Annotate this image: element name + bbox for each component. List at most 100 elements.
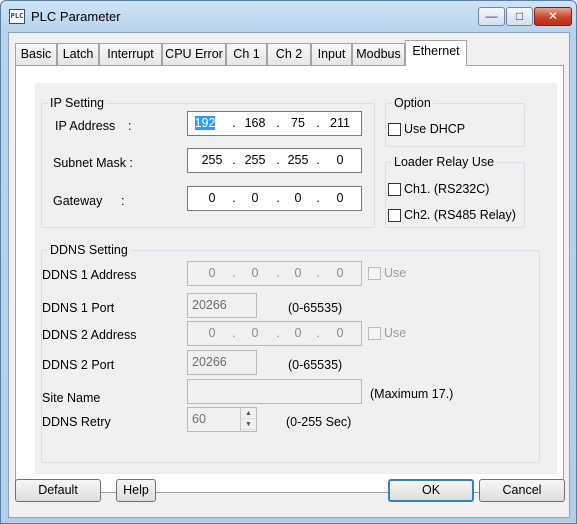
tab-ethernet[interactable]: Ethernet xyxy=(405,40,467,66)
octet-separator: . xyxy=(276,153,280,167)
ip-octet-2[interactable]: 168 xyxy=(240,112,270,135)
cancel-button[interactable]: Cancel xyxy=(479,479,565,502)
site-name-input[interactable] xyxy=(187,379,362,404)
ddns-retry-value: 60 xyxy=(192,412,206,426)
ethernet-tab-panel: IP Setting IP Address : 192 . 168 . 75 .… xyxy=(15,65,564,493)
use-dhcp-label: Use DHCP xyxy=(404,122,466,136)
octet-separator: . xyxy=(316,191,320,205)
tab-ch2[interactable]: Ch 2 xyxy=(267,43,311,65)
ddns2-port-label: DDNS 2 Port xyxy=(42,358,115,372)
option-title: Option xyxy=(392,96,433,110)
tab-input[interactable]: Input xyxy=(311,43,352,65)
checkbox-box[interactable] xyxy=(368,327,381,340)
ddns1-octet-2[interactable]: 0 xyxy=(240,262,270,285)
tab-basic[interactable]: Basic xyxy=(15,43,57,65)
site-name-hint: (Maximum 17.) xyxy=(370,387,454,401)
subnet-octet-3[interactable]: 255 xyxy=(283,149,313,172)
octet-separator: . xyxy=(232,266,236,280)
ip-setting-group: IP Setting IP Address : 192 . 168 . 75 .… xyxy=(41,96,375,228)
subnet-mask-label: Subnet Mask : xyxy=(53,156,133,170)
maximize-icon: □ xyxy=(515,9,524,23)
gateway-octet-2[interactable]: 0 xyxy=(240,187,270,210)
title-bar[interactable]: PLC PLC Parameter — □ ✕ xyxy=(1,1,576,33)
ddns2-port-range: (0-65535) xyxy=(288,358,343,372)
tab-interrupt[interactable]: Interrupt xyxy=(99,43,162,65)
gateway-octet-3[interactable]: 0 xyxy=(283,187,313,210)
minimize-button[interactable]: — xyxy=(478,7,505,26)
ch2-label: Ch2. (RS485 Relay) xyxy=(404,208,516,222)
default-button[interactable]: Default xyxy=(15,479,101,502)
ddns2-octet-4[interactable]: 0 xyxy=(325,322,355,345)
ch1-label: Ch1. (RS232C) xyxy=(404,182,490,196)
ddns1-port-label: DDNS 1 Port xyxy=(42,301,115,315)
checkbox-box[interactable] xyxy=(368,267,381,280)
ch1-rs232c-checkbox[interactable]: Ch1. (RS232C) xyxy=(388,183,489,196)
ddns2-address-label: DDNS 2 Address xyxy=(42,328,137,342)
gateway-colon: : xyxy=(121,194,125,208)
dialog-client: Basic Latch Interrupt CPU Error Ch 1 Ch … xyxy=(8,32,570,518)
ddns1-use-label: Use xyxy=(384,266,407,280)
ip-octet-4[interactable]: 211 xyxy=(325,112,355,135)
gateway-octet-1[interactable]: 0 xyxy=(197,187,227,210)
tab-latch[interactable]: Latch xyxy=(57,43,99,65)
ddns1-port-range: (0-65535) xyxy=(288,301,343,315)
ip-address-colon: : xyxy=(128,119,132,133)
minimize-icon: — xyxy=(485,9,498,23)
ip-octet-1[interactable]: 192 xyxy=(190,112,220,135)
tab-ch1[interactable]: Ch 1 xyxy=(226,43,267,65)
ddns1-address-label: DDNS 1 Address xyxy=(42,268,137,282)
subnet-octet-2[interactable]: 255 xyxy=(240,149,270,172)
tab-cpu-error[interactable]: CPU Error xyxy=(162,43,226,65)
ddns2-use-checkbox[interactable]: Use xyxy=(368,327,406,340)
gateway-label: Gateway xyxy=(53,194,103,208)
use-dhcp-checkbox[interactable]: Use DHCP xyxy=(388,123,465,136)
subnet-octet-1[interactable]: 255 xyxy=(197,149,227,172)
ch2-rs485-checkbox[interactable]: Ch2. (RS485 Relay) xyxy=(388,209,516,222)
octet-separator: . xyxy=(232,191,236,205)
checkbox-box[interactable] xyxy=(388,183,401,196)
ok-button[interactable]: OK xyxy=(388,479,474,502)
close-icon: ✕ xyxy=(547,9,559,23)
ddns1-address-input[interactable]: 0 . 0 . 0 . 0 xyxy=(187,261,362,286)
octet-separator: . xyxy=(276,116,280,130)
checkbox-box[interactable] xyxy=(388,123,401,136)
spinner-arrows[interactable]: ▲ ▼ xyxy=(240,408,256,431)
ddns2-octet-1[interactable]: 0 xyxy=(197,322,227,345)
subnet-octet-4[interactable]: 0 xyxy=(325,149,355,172)
ddns1-use-checkbox[interactable]: Use xyxy=(368,267,406,280)
octet-separator: . xyxy=(316,266,320,280)
spin-up-icon[interactable]: ▲ xyxy=(241,408,256,419)
ethernet-settings-area: IP Setting IP Address : 192 . 168 . 75 .… xyxy=(35,83,557,474)
gateway-input[interactable]: 0 . 0 . 0 . 0 xyxy=(187,186,362,211)
ddns2-port-input[interactable]: 20266 xyxy=(187,350,257,375)
close-button[interactable]: ✕ xyxy=(534,7,572,26)
ip-address-input[interactable]: 192 . 168 . 75 . 211 xyxy=(187,111,362,136)
ddns-setting-title: DDNS Setting xyxy=(48,243,130,257)
window-title: PLC Parameter xyxy=(31,9,121,24)
subnet-mask-input[interactable]: 255 . 255 . 255 . 0 xyxy=(187,148,362,173)
octet-separator: . xyxy=(232,153,236,167)
octet-separator: . xyxy=(232,116,236,130)
octet-separator: . xyxy=(276,191,280,205)
help-button[interactable]: Help xyxy=(116,479,156,502)
ddns2-octet-3[interactable]: 0 xyxy=(283,322,313,345)
loader-relay-title: Loader Relay Use xyxy=(392,155,497,169)
ddns-retry-spinner[interactable]: 60 ▲ ▼ xyxy=(187,407,257,432)
ddns1-octet-1[interactable]: 0 xyxy=(197,262,227,285)
maximize-button[interactable]: □ xyxy=(506,7,533,26)
checkbox-box[interactable] xyxy=(388,209,401,222)
tab-modbus[interactable]: Modbus xyxy=(352,43,405,65)
ddns1-octet-4[interactable]: 0 xyxy=(325,262,355,285)
ddns1-port-input[interactable]: 20266 xyxy=(187,293,257,318)
ddns2-address-input[interactable]: 0 . 0 . 0 . 0 xyxy=(187,321,362,346)
ip-octet-3[interactable]: 75 xyxy=(283,112,313,135)
ddns-retry-label: DDNS Retry xyxy=(42,415,111,429)
gateway-octet-4[interactable]: 0 xyxy=(325,187,355,210)
ddns1-octet-3[interactable]: 0 xyxy=(283,262,313,285)
plc-app-icon: PLC xyxy=(9,9,25,24)
octet-separator: . xyxy=(316,326,320,340)
ddns2-octet-2[interactable]: 0 xyxy=(240,322,270,345)
spin-down-icon[interactable]: ▼ xyxy=(241,419,256,430)
site-name-label: Site Name xyxy=(42,391,101,405)
octet-separator: . xyxy=(316,116,320,130)
